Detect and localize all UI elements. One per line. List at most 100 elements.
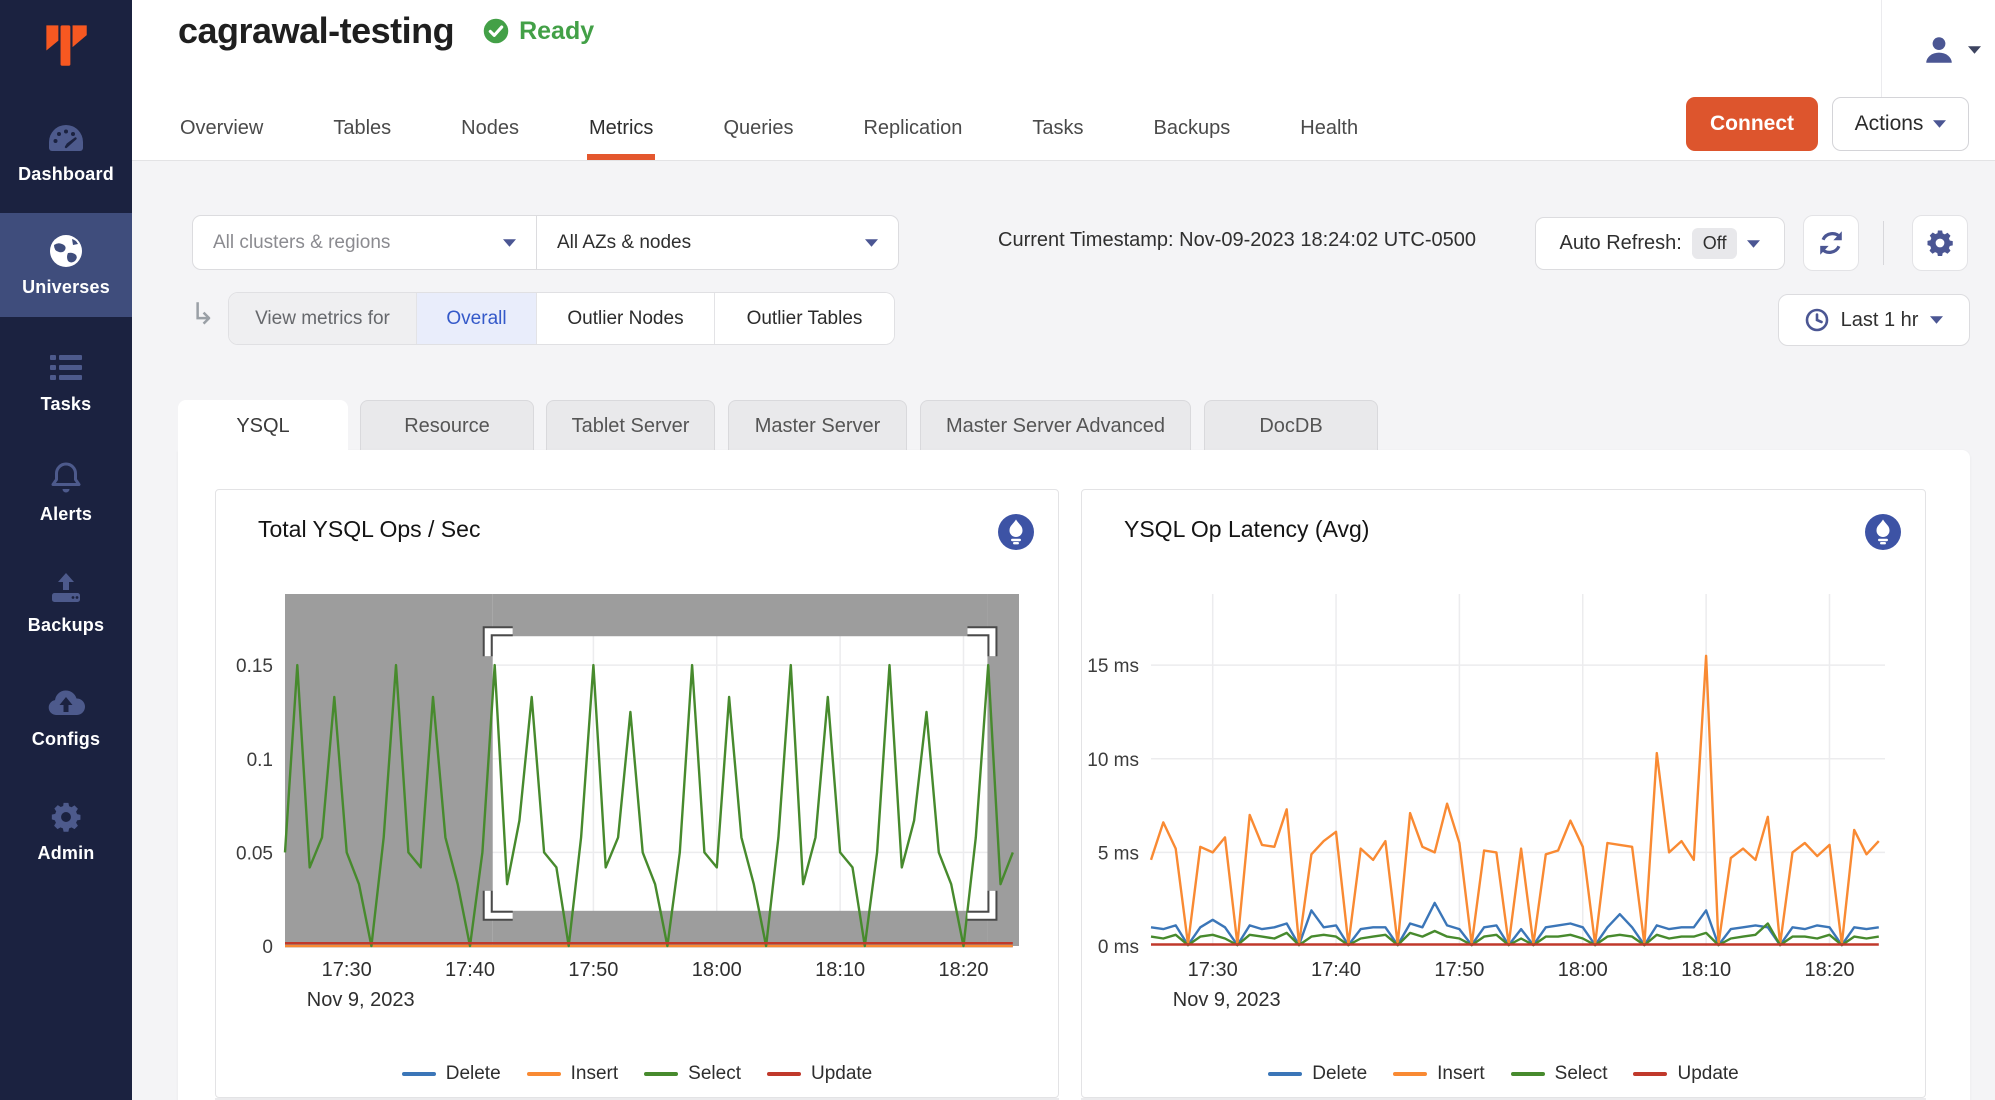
chart-plot-ysql-op-latency[interactable]: 0 ms5 ms10 ms15 ms17:3017:4017:5018:0018… [1082, 578, 1926, 1014]
sidebar-item-configs[interactable]: Configs [0, 665, 132, 769]
tab-backups[interactable]: Backups [1152, 117, 1233, 160]
metric-tab-master-server[interactable]: Master Server [728, 400, 907, 451]
sidebar-item-label: Backups [28, 615, 104, 636]
tab-nodes[interactable]: Nodes [459, 117, 521, 160]
gear-icon [49, 799, 83, 835]
legend-item-select[interactable]: Select [1511, 1063, 1608, 1085]
chart-title: YSQL Op Latency (Avg) [1124, 516, 1369, 543]
legend-swatch [1268, 1072, 1302, 1076]
legend-swatch [1633, 1072, 1667, 1076]
legend-swatch [767, 1072, 801, 1076]
user-menu[interactable] [1881, 0, 1981, 100]
svg-text:18:00: 18:00 [1558, 959, 1608, 981]
svg-text:15 ms: 15 ms [1087, 656, 1139, 677]
tab-metrics[interactable]: Metrics [587, 117, 655, 160]
refresh-button[interactable] [1803, 215, 1859, 271]
backup-icon [48, 571, 84, 607]
svg-text:18:10: 18:10 [815, 959, 865, 981]
tab-replication[interactable]: Replication [861, 117, 964, 160]
legend-label: Insert [1437, 1063, 1485, 1085]
azs-nodes-value: All AZs & nodes [557, 232, 691, 254]
tab-queries[interactable]: Queries [721, 117, 795, 160]
sidebar-item-label: Universes [22, 277, 110, 298]
chart-title: Total YSQL Ops / Sec [258, 516, 480, 543]
sidebar-item-admin[interactable]: Admin [0, 779, 132, 883]
svg-text:0 ms: 0 ms [1098, 937, 1139, 958]
metric-tab-resource[interactable]: Resource [360, 400, 534, 451]
legend-swatch [1511, 1072, 1545, 1076]
prometheus-link-icon[interactable] [1865, 514, 1901, 550]
sidebar-item-label: Tasks [41, 394, 92, 415]
metric-tab-ysql[interactable]: YSQL [178, 400, 348, 451]
tab-health[interactable]: Health [1298, 117, 1360, 160]
svg-text:5 ms: 5 ms [1098, 843, 1139, 864]
chart-plot-total-ysql-ops[interactable]: 00.050.10.1517:3017:4017:5018:0018:1018:… [216, 578, 1060, 1014]
legend-item-update[interactable]: Update [1633, 1063, 1738, 1085]
legend-label: Delete [1312, 1063, 1367, 1085]
view-metrics-overall[interactable]: Overall [416, 293, 536, 344]
chevron-down-icon [503, 239, 516, 247]
return-arrow-icon: ↳ [190, 297, 215, 332]
auto-refresh-value: Off [1692, 228, 1738, 259]
sidebar-item-dashboard[interactable]: Dashboard [0, 100, 132, 204]
legend-label: Insert [571, 1063, 619, 1085]
legend-label: Update [811, 1063, 872, 1085]
user-icon [1922, 32, 1956, 68]
settings-button[interactable] [1912, 215, 1968, 271]
legend-swatch [527, 1072, 561, 1076]
check-circle-icon [482, 17, 510, 45]
yugabyte-logo-icon[interactable] [0, 10, 132, 80]
legend-item-insert[interactable]: Insert [527, 1063, 619, 1085]
azs-nodes-dropdown[interactable]: All AZs & nodes [537, 215, 899, 270]
yugabyte-logo-mark [42, 21, 90, 69]
chevron-down-icon [1968, 46, 1981, 54]
svg-text:Nov 9, 2023: Nov 9, 2023 [307, 989, 415, 1011]
chevron-down-icon [1933, 120, 1946, 128]
svg-text:18:00: 18:00 [692, 959, 742, 981]
tab-overview[interactable]: Overview [178, 117, 265, 160]
sidebar-item-backups[interactable]: Backups [0, 551, 132, 655]
chevron-down-icon [1747, 240, 1760, 248]
auto-refresh-label: Auto Refresh: [1560, 232, 1682, 255]
svg-text:0.1: 0.1 [247, 750, 273, 771]
page-title: cagrawal-testing [178, 10, 454, 52]
main-area: cagrawal-testing Ready Overview Tables N… [132, 0, 1995, 1100]
metric-tab-master-server-advanced[interactable]: Master Server Advanced [920, 400, 1191, 451]
clusters-regions-dropdown[interactable]: All clusters & regions [192, 215, 537, 270]
legend-swatch [402, 1072, 436, 1076]
legend-item-update[interactable]: Update [767, 1063, 872, 1085]
svg-text:17:30: 17:30 [322, 959, 372, 981]
sidebar: Dashboard Universes Tasks Alerts Backups [0, 0, 132, 1100]
app-window: Dashboard Universes Tasks Alerts Backups [0, 0, 1995, 1100]
cloud-upload-icon [46, 685, 86, 721]
tab-tasks[interactable]: Tasks [1030, 117, 1085, 160]
connect-button[interactable]: Connect [1686, 97, 1818, 151]
legend-item-insert[interactable]: Insert [1393, 1063, 1485, 1085]
metric-tab-tablet-server[interactable]: Tablet Server [546, 400, 715, 451]
refresh-icon [1816, 228, 1846, 258]
view-metrics-outlier-tables[interactable]: Outlier Tables [714, 293, 894, 344]
svg-text:Nov 9, 2023: Nov 9, 2023 [1173, 989, 1281, 1011]
sidebar-item-tasks[interactable]: Tasks [0, 330, 132, 434]
prometheus-link-icon[interactable] [998, 514, 1034, 550]
time-range-dropdown[interactable]: Last 1 hr [1778, 294, 1970, 346]
svg-text:17:40: 17:40 [445, 959, 495, 981]
view-metrics-outlier-nodes[interactable]: Outlier Nodes [536, 293, 714, 344]
actions-button[interactable]: Actions [1832, 97, 1969, 151]
svg-text:17:30: 17:30 [1188, 959, 1238, 981]
legend-item-delete[interactable]: Delete [402, 1063, 501, 1085]
sidebar-item-label: Alerts [40, 504, 92, 525]
auto-refresh-control[interactable]: Auto Refresh: Off [1535, 217, 1785, 270]
view-metrics-label: View metrics for [229, 293, 416, 344]
metrics-panel: Total YSQL Ops / Sec 00.050.10.1517:3017… [178, 450, 1970, 1100]
legend-item-delete[interactable]: Delete [1268, 1063, 1367, 1085]
list-icon [49, 350, 83, 386]
tab-tables[interactable]: Tables [331, 117, 393, 160]
chevron-down-icon [1930, 316, 1943, 324]
metric-tab-docdb[interactable]: DocDB [1204, 400, 1378, 451]
sidebar-item-alerts[interactable]: Alerts [0, 440, 132, 544]
legend-item-select[interactable]: Select [644, 1063, 741, 1085]
sidebar-item-label: Admin [38, 843, 95, 864]
sidebar-item-universes[interactable]: Universes [0, 213, 132, 317]
universe-tab-nav: Overview Tables Nodes Metrics Queries Re… [178, 117, 1360, 160]
